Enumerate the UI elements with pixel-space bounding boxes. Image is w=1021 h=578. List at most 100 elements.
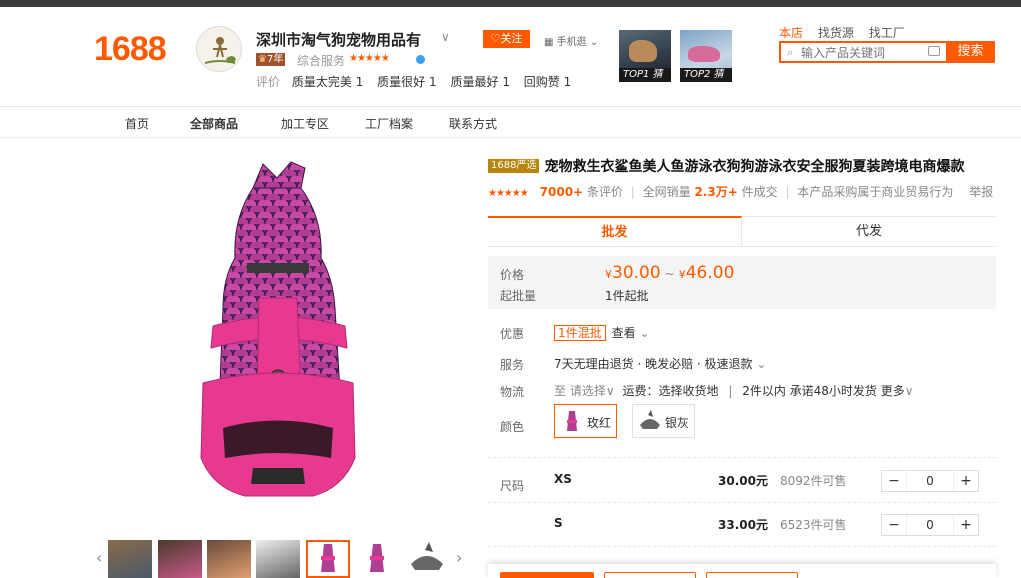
quantity-input[interactable]: 0 — [906, 471, 954, 491]
shop-name[interactable]: 深圳市淘气狗宠物用品有 — [256, 29, 421, 50]
follow-button[interactable]: ♡关注 — [483, 30, 530, 48]
nav-contact[interactable]: 联系方式 — [449, 115, 497, 132]
shop-years: 7年 — [266, 54, 284, 65]
chevron-down-icon: ⌄ — [756, 357, 767, 371]
color-swatch — [640, 410, 660, 429]
price-panel: 价格 ¥30.00 ~ ¥46.00 起批量 1件起批 — [488, 256, 996, 309]
nav-home[interactable]: 首页 — [125, 115, 149, 132]
chevron-left-icon[interactable]: ‹ — [96, 548, 102, 567]
rating-stars: ★★★★★ — [488, 188, 529, 199]
chevron-right-icon[interactable]: › — [456, 548, 462, 567]
thumbnail[interactable] — [355, 540, 399, 578]
size-label: 尺码 — [500, 479, 525, 493]
rating-tag[interactable]: 质量很好 1 — [377, 75, 436, 89]
report-link[interactable]: 举报 — [969, 185, 993, 199]
search-button[interactable]: 搜索 — [946, 41, 995, 63]
product-photo — [688, 46, 720, 62]
nav-processing[interactable]: 加工专区 — [281, 115, 329, 132]
cart-button[interactable] — [604, 572, 696, 578]
product-photo — [629, 40, 657, 62]
divider: | — [728, 384, 733, 398]
promo-tag: 1件混批 — [554, 325, 606, 341]
quantity-stepper: − 0 + — [881, 514, 979, 536]
shop-logo-icon — [204, 37, 236, 64]
search-tab-factory[interactable]: 找工厂 — [869, 26, 905, 40]
search-box: ⌕ — [779, 41, 946, 63]
sales-unit: 件成交 — [741, 185, 778, 199]
chevron-down-icon[interactable]: ∨ — [441, 30, 450, 44]
thumbnail[interactable] — [207, 540, 251, 578]
review-label: 条评价 — [586, 185, 623, 199]
plus-icon[interactable]: + — [954, 471, 978, 491]
price-high: 46.00 — [685, 263, 735, 283]
minus-icon[interactable]: − — [882, 515, 906, 535]
product-main-image[interactable] — [193, 158, 363, 510]
chevron-down-icon: ∨ — [605, 384, 615, 398]
divider: | — [785, 185, 790, 199]
tab-dropship[interactable]: 代发 — [742, 216, 996, 246]
service-value[interactable]: 7天无理由退货 · 晚发必赔 · 极速退款 ⌄ — [554, 355, 766, 372]
divider — [488, 502, 996, 503]
verified-icon — [416, 55, 425, 64]
buy-button[interactable] — [500, 572, 594, 578]
top-product-thumb[interactable]: TOP2 猜 — [680, 30, 732, 82]
divider — [0, 106, 1021, 107]
mobile-link[interactable]: ▦ 手机逛 ⌄ — [544, 33, 598, 48]
thumbnail[interactable] — [108, 540, 152, 578]
more-link[interactable]: 更多∨ — [881, 384, 914, 398]
destination-select[interactable]: 请选择∨ — [570, 384, 615, 398]
top-product-caption: TOP1 猜 — [619, 68, 671, 82]
color-option-rose[interactable]: 玫红 — [554, 404, 617, 438]
thumbnail-selected[interactable] — [306, 540, 350, 578]
shop-years-badge: ♛7年 — [256, 53, 286, 66]
price-range: ¥30.00 ~ ¥46.00 — [605, 263, 735, 283]
camera-icon[interactable] — [928, 46, 940, 56]
thumbnail[interactable] — [158, 540, 202, 578]
price-label: 价格 — [500, 268, 525, 282]
quantity-input[interactable]: 0 — [906, 515, 954, 535]
size-price: 33.00元 — [718, 518, 768, 532]
shop-nav: 首页 全部商品 ⌄ 加工专区 工厂档案 联系方式 — [125, 115, 498, 132]
divider — [0, 137, 1021, 138]
product-stats: ★★★★★ 7000+ 条评价 | 全网销量 2.3万+ 件成交 | 本产品采购… — [488, 183, 993, 200]
price-low: 30.00 — [612, 263, 661, 283]
top-product-thumb[interactable]: TOP1 猜 — [619, 30, 671, 82]
divider — [488, 546, 996, 547]
logistics-label: 物流 — [500, 385, 525, 399]
plus-icon[interactable]: + — [954, 515, 978, 535]
size-row: S 33.00元 6523件可售 − 0 + — [554, 514, 996, 538]
rating-tag[interactable]: 质量最好 1 — [450, 75, 509, 89]
chevron-down-icon: ⌄ — [589, 37, 599, 48]
search-tab-store[interactable]: 本店 — [779, 26, 803, 40]
size-price: 30.00元 — [718, 474, 768, 488]
rating-tag[interactable]: 质量太完美 1 — [292, 75, 363, 89]
divider: | — [630, 185, 635, 199]
site-logo[interactable]: 1688 — [94, 30, 167, 69]
tab-wholesale[interactable]: 批发 — [488, 216, 742, 246]
chevron-down-icon: ⌄ — [190, 115, 201, 129]
crown-icon: ♛ — [258, 54, 267, 65]
color-option-silver[interactable]: 银灰 — [632, 404, 695, 438]
shop-avatar[interactable] — [196, 26, 242, 72]
action-button[interactable] — [706, 572, 798, 578]
rating-tag[interactable]: 回购赞 1 — [524, 75, 571, 89]
product-photo — [411, 542, 443, 570]
heart-icon: ♡ — [490, 32, 501, 45]
ratings-label: 评价 — [256, 75, 281, 89]
trade-note: 本产品采购属于商业贸易行为 — [797, 185, 954, 199]
quantity-stepper: − 0 + — [881, 470, 979, 492]
moq-label: 起批量 — [500, 289, 537, 303]
thumbnail[interactable] — [256, 540, 300, 578]
minus-icon[interactable]: − — [882, 471, 906, 491]
product-title: 1688严选 宠物救生衣鲨鱼美人鱼游泳衣狗狗游泳衣安全服狗夏装跨境电商爆款 — [488, 156, 964, 176]
nav-factory[interactable]: 工厂档案 — [365, 115, 413, 132]
review-count[interactable]: 7000+ — [540, 185, 583, 199]
search-input[interactable] — [801, 45, 921, 60]
thumbnail[interactable] — [405, 540, 449, 578]
promo-view-link[interactable]: 查看 ⌄ — [612, 326, 650, 340]
action-bar — [488, 564, 996, 578]
service-stars: ★★★★★ — [349, 53, 390, 64]
search-tab-source[interactable]: 找货源 — [818, 26, 854, 40]
sales-count: 2.3万+ — [694, 185, 738, 199]
size-row: XS 30.00元 8092件可售 − 0 + — [554, 470, 996, 494]
